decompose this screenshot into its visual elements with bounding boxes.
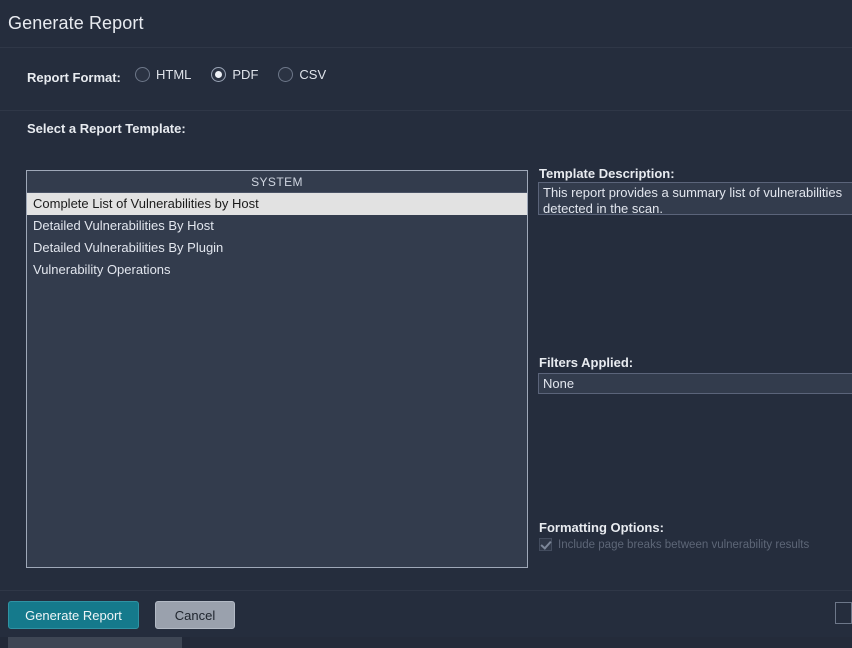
radio-label-pdf: PDF xyxy=(232,67,259,82)
report-format-label: Report Format: xyxy=(27,70,121,85)
radio-icon-html xyxy=(135,67,150,82)
list-item[interactable]: Complete List of Vulnerabilities by Host xyxy=(27,193,527,215)
template-listbox[interactable]: SYSTEM Complete List of Vulnerabilities … xyxy=(26,170,528,568)
radio-option-html[interactable]: HTML xyxy=(135,67,191,82)
page-breaks-option[interactable]: Include page breaks between vulnerabilit… xyxy=(539,538,809,551)
generate-report-button[interactable]: Generate Report xyxy=(8,601,139,629)
checkbox-icon-page-breaks[interactable] xyxy=(539,538,552,551)
list-item[interactable]: Vulnerability Operations xyxy=(27,259,527,281)
template-description-label: Template Description: xyxy=(539,166,675,181)
list-item[interactable]: Detailed Vulnerabilities By Plugin xyxy=(27,237,527,259)
select-template-label: Select a Report Template: xyxy=(27,121,186,136)
radio-option-pdf[interactable]: PDF xyxy=(211,67,258,82)
generate-report-dialog: Generate Report Report Format: HTML PDF … xyxy=(0,0,852,637)
dialog-titlebar: Generate Report xyxy=(0,0,852,48)
radio-option-csv[interactable]: CSV xyxy=(278,67,326,82)
cancel-button[interactable]: Cancel xyxy=(155,601,235,629)
page-root: Generate Report Report Format: HTML PDF … xyxy=(0,0,852,648)
report-format-radio-group: HTML PDF CSV xyxy=(135,67,346,82)
filters-applied-label: Filters Applied: xyxy=(539,355,634,370)
dialog-footer: Generate Report Cancel xyxy=(0,590,852,637)
resize-grip[interactable] xyxy=(835,602,852,624)
radio-label-html: HTML xyxy=(156,67,192,82)
radio-icon-csv xyxy=(278,67,294,82)
radio-icon-pdf xyxy=(211,67,227,82)
filters-applied-value: None xyxy=(543,376,575,391)
page-breaks-option-label: Include page breaks between vulnerabilit… xyxy=(558,538,810,551)
template-description-box: This report provides a summary list of v… xyxy=(538,182,852,215)
formatting-options-label: Formatting Options: xyxy=(539,520,664,535)
template-description-text: This report provides a summary list of v… xyxy=(543,185,843,215)
list-item[interactable]: Detailed Vulnerabilities By Host xyxy=(27,215,527,237)
filters-applied-box: None xyxy=(538,373,852,394)
template-list-header: SYSTEM xyxy=(27,171,527,193)
radio-label-csv: CSV xyxy=(299,67,327,82)
report-format-row: Report Format: HTML PDF CSV xyxy=(0,49,852,111)
dialog-title: Generate Report xyxy=(8,13,144,33)
